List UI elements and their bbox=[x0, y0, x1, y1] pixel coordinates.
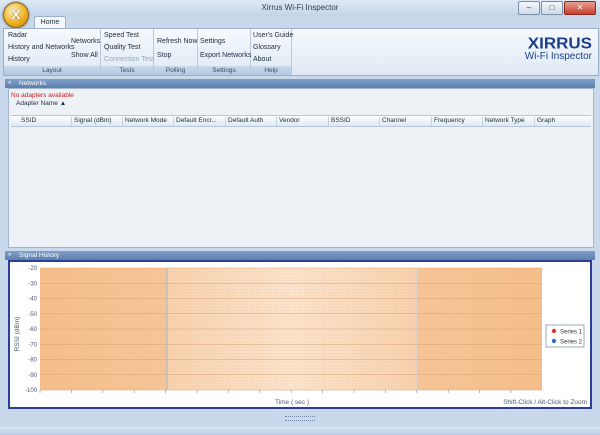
brand-logo: XIRRUS Wi-Fi Inspector bbox=[525, 34, 592, 62]
zoom-hint: Shift-Click / Alt-Click to Zoom bbox=[503, 399, 587, 406]
x-tick-marks bbox=[39, 390, 512, 393]
about-button[interactable]: About bbox=[253, 56, 271, 63]
group-label-layout: Layout bbox=[4, 66, 100, 75]
networks-panel-title: Networks bbox=[19, 80, 47, 87]
signal-history-chart[interactable]: -20-30-40-50-60-70-80-90-100 RSSI (dBm) … bbox=[10, 262, 590, 407]
column-default-auth[interactable]: Default Auth bbox=[225, 117, 276, 126]
x-axis-label: Time ( sec ) bbox=[275, 399, 309, 406]
y-tick-labels: -20 -30 -40 -50 -60 -70 -80 -90 -100 bbox=[25, 266, 38, 394]
history-and-networks-button[interactable]: History and Networks bbox=[8, 44, 75, 51]
y-tick-label: -90 bbox=[28, 373, 37, 379]
users-guide-button[interactable]: User's Guide bbox=[253, 32, 293, 39]
y-axis-label: RSSI (dBm) bbox=[14, 317, 21, 352]
radar-button[interactable]: Radar bbox=[8, 32, 27, 39]
ribbon-group-help: User's Guide Glossary About Help bbox=[251, 29, 293, 75]
history-button[interactable]: History bbox=[8, 56, 30, 63]
y-tick-label: -30 bbox=[28, 281, 37, 287]
column-frequency[interactable]: Frequency bbox=[431, 117, 482, 126]
column-bssid[interactable]: BSSID bbox=[328, 117, 379, 126]
group-label-tests: Tests bbox=[101, 66, 153, 75]
column-network-mode[interactable]: Network Mode bbox=[122, 117, 173, 126]
group-label-settings: Settings bbox=[198, 66, 250, 75]
y-tick-label: -20 bbox=[28, 266, 37, 272]
ribbon-group-tests: Speed Test Quality Test Connection Test … bbox=[101, 29, 154, 75]
ribbon-group-polling: Refresh Now Stop Polling bbox=[154, 29, 198, 75]
legend-series-1: Series 1 bbox=[560, 330, 583, 336]
stop-button[interactable]: Stop bbox=[157, 52, 171, 59]
chart-legend: Series 1 Series 2 bbox=[545, 324, 585, 348]
column-graph[interactable]: Graph bbox=[534, 117, 585, 126]
column-network-type[interactable]: Network Type bbox=[482, 117, 533, 126]
column-signal[interactable]: Signal (dBm) bbox=[71, 117, 122, 126]
y-tick-label: -50 bbox=[28, 312, 37, 318]
signal-history-panel: -20 -30 -40 -50 -60 -70 -80 -90 -100 RSSI (dBm) … bbox=[8, 260, 592, 409]
group-label-help: Help bbox=[251, 66, 291, 75]
y-tick-label: -60 bbox=[28, 327, 37, 333]
column-channel[interactable]: Channel bbox=[379, 117, 430, 126]
window-title: Xirrus Wi-Fi Inspector bbox=[261, 3, 339, 12]
series-2-marker-icon bbox=[551, 338, 557, 344]
export-networks-button[interactable]: Export Networks bbox=[200, 52, 251, 59]
collapse-icon[interactable]: « bbox=[8, 79, 11, 88]
adapter-name-header[interactable]: Adapter Name ▲ bbox=[16, 100, 66, 107]
no-adapters-message: No adapters available bbox=[11, 92, 74, 99]
ribbon-group-layout: Radar History and Networks History Netwo… bbox=[4, 29, 101, 75]
minimize-button[interactable]: – bbox=[518, 1, 540, 15]
y-tick-label: -100 bbox=[25, 388, 38, 394]
panel-splitter-handle[interactable] bbox=[285, 416, 315, 421]
group-label-polling: Polling bbox=[154, 66, 197, 75]
show-all-button[interactable]: Show All bbox=[71, 52, 98, 59]
refresh-now-button[interactable]: Refresh Now bbox=[157, 38, 197, 45]
networks-button[interactable]: Networks bbox=[71, 38, 100, 45]
close-button[interactable]: ✕ bbox=[564, 1, 596, 15]
networks-panel-header[interactable]: « Networks bbox=[5, 79, 595, 88]
title-bar: Xirrus Wi-Fi Inspector – □ ✕ bbox=[0, 0, 600, 16]
column-ssid[interactable]: SSID bbox=[19, 117, 61, 126]
status-bar bbox=[0, 427, 600, 435]
legend-series-2: Series 2 bbox=[560, 340, 583, 346]
y-tick-label: -70 bbox=[28, 342, 37, 348]
ribbon-group-settings: Settings Export Networks Settings bbox=[198, 29, 251, 75]
y-tick-label: -80 bbox=[28, 358, 37, 364]
networks-grid-header: SSID Signal (dBm) Network Mode Default E… bbox=[11, 115, 591, 127]
networks-panel: No adapters available Adapter Name ▲ SSI… bbox=[8, 88, 594, 248]
xirrus-logo: XIRRUS bbox=[527, 35, 592, 53]
glossary-button[interactable]: Glossary bbox=[253, 44, 281, 51]
signal-history-panel-header[interactable]: « Signal History bbox=[5, 251, 595, 260]
connection-test-button[interactable]: Connection Test bbox=[104, 56, 154, 63]
collapse-icon[interactable]: « bbox=[8, 251, 11, 260]
maximize-button[interactable]: □ bbox=[541, 1, 563, 15]
quality-test-button[interactable]: Quality Test bbox=[104, 44, 140, 51]
ribbon: Radar History and Networks History Netwo… bbox=[3, 28, 599, 76]
settings-button[interactable]: Settings bbox=[200, 38, 225, 45]
speed-test-button[interactable]: Speed Test bbox=[104, 32, 139, 39]
signal-history-panel-title: Signal History bbox=[19, 252, 60, 259]
series-1-marker-icon bbox=[551, 328, 557, 334]
y-tick-label: -40 bbox=[28, 297, 37, 303]
window-controls: – □ ✕ bbox=[518, 1, 596, 15]
column-default-encryption[interactable]: Default Encr... bbox=[173, 117, 224, 126]
column-vendor[interactable]: Vendor bbox=[276, 117, 327, 126]
